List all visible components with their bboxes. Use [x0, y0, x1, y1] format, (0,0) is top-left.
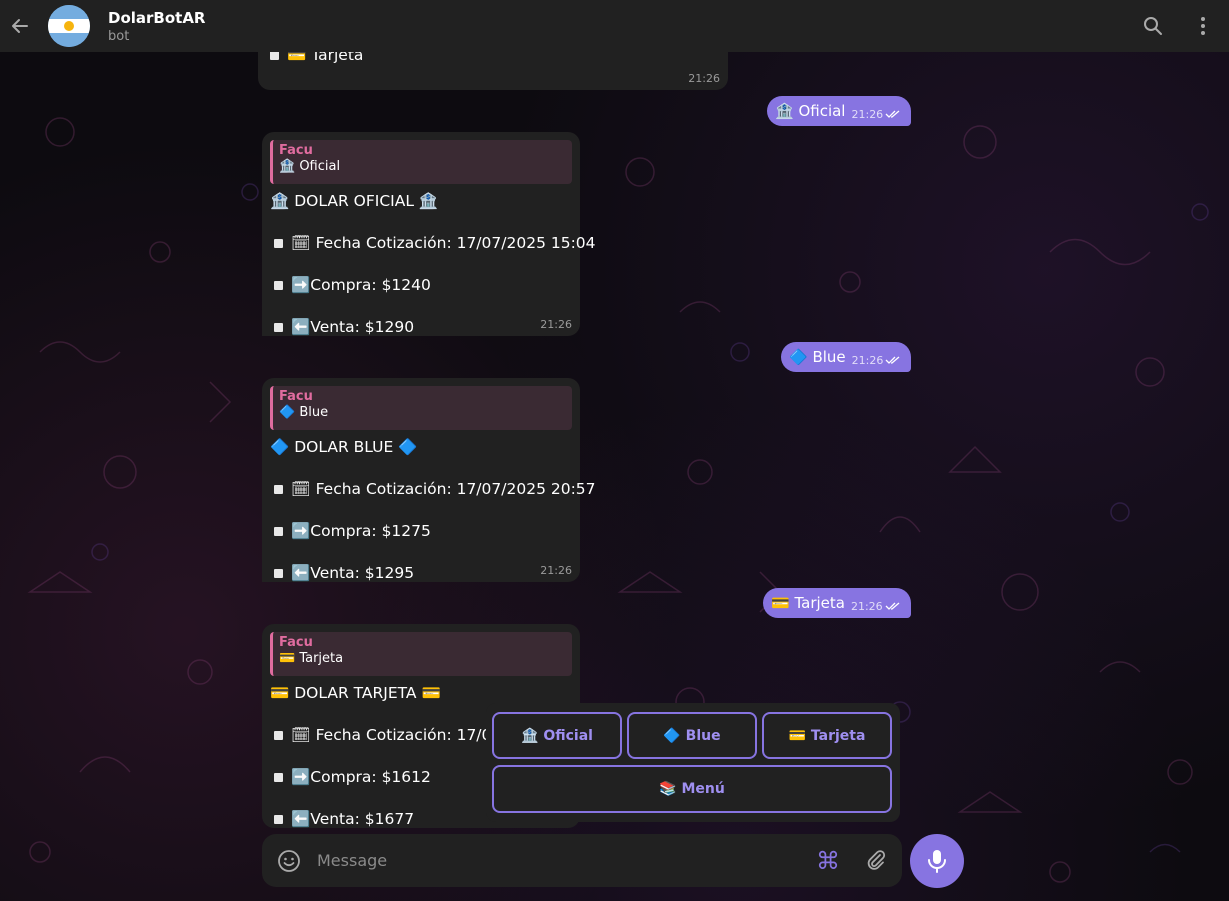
reply-preview[interactable]: Facu 💳 Tarjeta: [270, 632, 572, 676]
message-input[interactable]: Message: [317, 851, 387, 870]
message-incoming: Facu 🏦 Oficial 🏦 DOLAR OFICIAL 🏦 🗓 Fecha…: [262, 132, 596, 336]
keyboard-button-tarjeta[interactable]: 💳 Tarjeta: [762, 712, 892, 759]
keyboard-button-blue[interactable]: 🔷 Blue: [627, 712, 757, 759]
attach-icon[interactable]: [864, 848, 888, 876]
rate-buy: ➡️Compra: $1612: [291, 768, 431, 786]
back-arrow-icon[interactable]: [0, 6, 40, 46]
reply-text: 💳 Tarjeta: [279, 651, 344, 666]
reply-author: Facu: [279, 143, 313, 158]
chat-info[interactable]: DolarBotAR bot: [108, 9, 206, 44]
message-time: 21:26: [540, 318, 572, 331]
rate-buy: ➡️Compra: $1275: [291, 522, 431, 540]
button-label: 🔷 Blue: [663, 727, 721, 744]
rate-date: 🗓 Fecha Cotización: 17/07: [291, 726, 502, 744]
voice-record-button[interactable]: [910, 834, 964, 888]
rate-sell: ⬅️Venta: $1290: [291, 318, 415, 336]
rate-heading: 🏦 DOLAR OFICIAL 🏦: [270, 192, 439, 210]
checkbox-icon: [274, 281, 283, 290]
read-ticks-icon: [885, 110, 900, 118]
message-incoming: Facu 🔷 Blue 🔷 DOLAR BLUE 🔷 🗓 Fecha Cotiz…: [262, 378, 596, 582]
reply-author: Facu: [279, 389, 313, 404]
emoji-icon[interactable]: [277, 849, 301, 873]
rate-sell: ⬅️Venta: $1677: [291, 810, 415, 828]
message-text: 🏦 Oficial: [775, 102, 846, 120]
message-text: 💳 Tarjeta: [771, 594, 845, 612]
reply-author: Facu: [279, 635, 313, 650]
avatar[interactable]: [48, 5, 90, 47]
keyboard-button-menu[interactable]: 📚 Menú: [492, 765, 892, 813]
reply-text: 🔷 Blue: [279, 405, 329, 420]
reply-preview[interactable]: Facu 🔷 Blue: [270, 386, 572, 430]
checkbox-icon: [274, 815, 283, 824]
reply-preview[interactable]: Facu 🏦 Oficial: [270, 140, 572, 184]
checkbox-icon: [274, 485, 283, 494]
reply-text: 🏦 Oficial: [279, 159, 341, 174]
bot-commands-icon[interactable]: ⌘: [816, 847, 840, 875]
checkbox-icon: [274, 731, 283, 740]
checkbox-icon: [274, 323, 283, 332]
checkbox-icon: [274, 569, 283, 578]
message-text: 🔷 Blue: [789, 348, 846, 366]
rate-buy: ➡️Compra: $1240: [291, 276, 431, 294]
message-outgoing: 💳 Tarjeta 21:26: [763, 588, 911, 618]
rate-sell: ⬅️Venta: $1295: [291, 564, 415, 582]
keyboard-button-oficial[interactable]: 🏦 Oficial: [492, 712, 622, 759]
rate-date: 🗓 Fecha Cotización: 17/07/2025 20:57: [291, 480, 596, 498]
read-ticks-icon: [885, 602, 900, 610]
rate-heading: 💳 DOLAR TARJETA 💳: [270, 684, 441, 702]
checkbox-icon: [274, 239, 283, 248]
message-outgoing: 🏦 Oficial 21:26: [767, 96, 912, 126]
checkbox-icon: [270, 51, 279, 60]
telegram-chat-window: DolarBotAR bot 💳 Tarjeta 21:26 🏦 Oficial…: [0, 0, 1229, 901]
chat-title: DolarBotAR: [108, 8, 206, 27]
checkbox-icon: [274, 527, 283, 536]
message-time: 21:26: [540, 564, 572, 577]
more-options-icon[interactable]: [1191, 14, 1215, 38]
search-icon[interactable]: [1141, 14, 1165, 38]
message-time: 21:26: [688, 72, 720, 85]
read-ticks-icon: [885, 356, 900, 364]
button-label: 💳 Tarjeta: [788, 727, 866, 744]
chat-header: DolarBotAR bot: [0, 0, 1229, 52]
bot-reply-keyboard: 🏦 Oficial 🔷 Blue 💳 Tarjeta 📚 Menú: [486, 703, 900, 822]
message-composer: Message ⌘: [262, 834, 902, 887]
chat-subtitle: bot: [108, 28, 130, 44]
button-label: 🏦 Oficial: [521, 727, 593, 744]
microphone-icon: [928, 850, 946, 873]
button-label: 📚 Menú: [659, 781, 725, 797]
message-time: 21:26: [851, 107, 884, 121]
checkbox-icon: [274, 773, 283, 782]
message-time: 21:26: [851, 353, 884, 367]
rate-heading: 🔷 DOLAR BLUE 🔷: [270, 438, 418, 456]
message-outgoing: 🔷 Blue 21:26: [781, 342, 912, 372]
message-time: 21:26: [850, 599, 883, 613]
rate-date: 🗓 Fecha Cotización: 17/07/2025 15:04: [291, 234, 596, 252]
